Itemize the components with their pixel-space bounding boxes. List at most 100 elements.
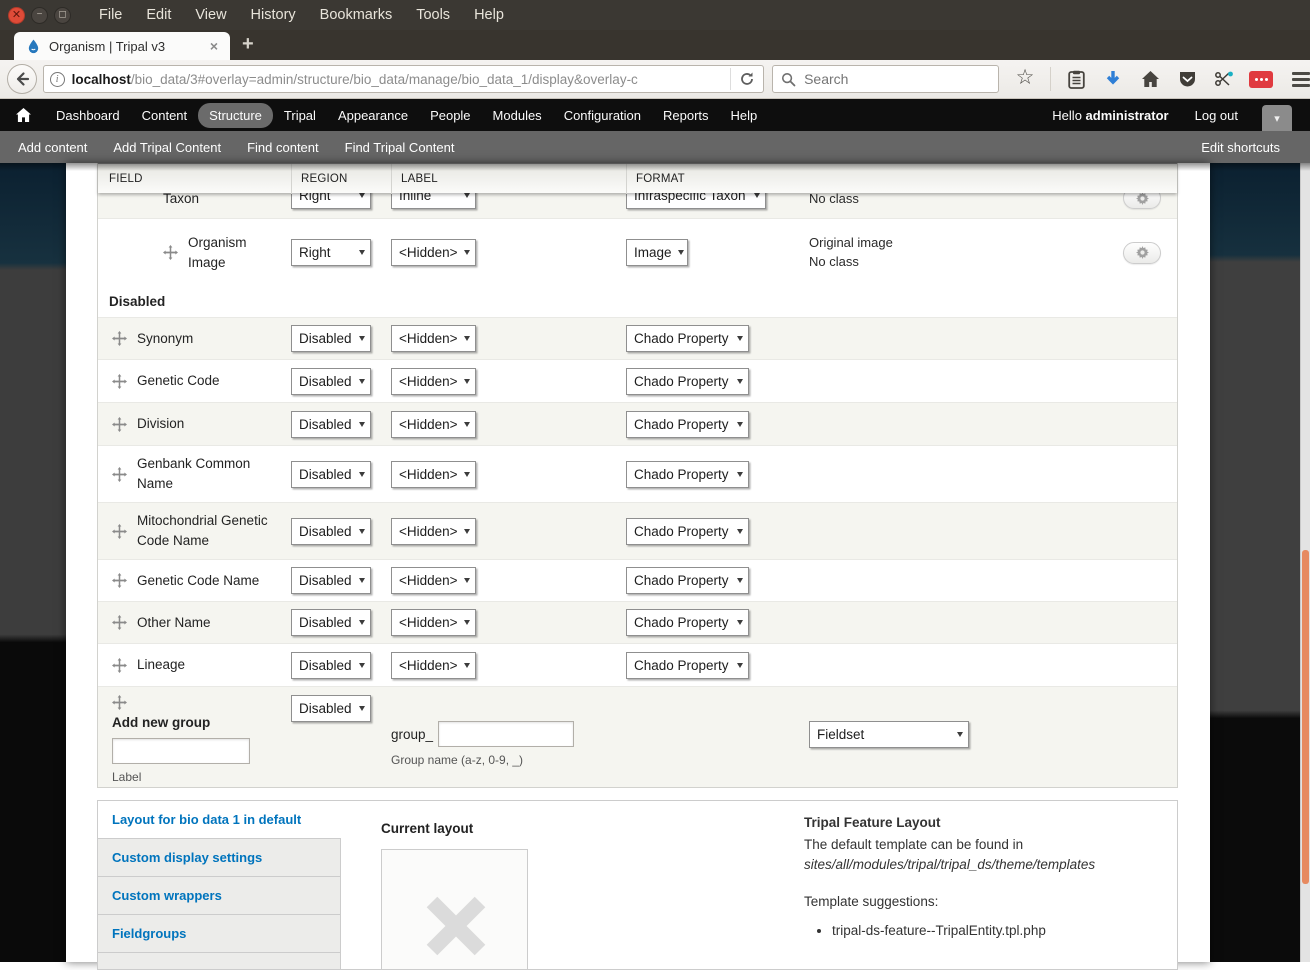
format-select[interactable]: Chado Property [626, 368, 749, 395]
label-select[interactable]: <Hidden> [391, 411, 476, 438]
search-box[interactable] [772, 65, 999, 93]
shortcut-add-tripal-content[interactable]: Add Tripal Content [113, 140, 221, 155]
region-select[interactable]: Disabled [291, 411, 371, 438]
back-button[interactable] [7, 64, 37, 94]
format-select[interactable]: Chado Property [626, 461, 749, 488]
region-select[interactable]: Disabled [291, 652, 371, 679]
drag-handle-icon[interactable] [112, 467, 127, 482]
scrollbar-track[interactable] [1300, 163, 1310, 962]
bookmarks-list-icon[interactable] [1064, 67, 1088, 91]
label-select[interactable]: <Hidden> [391, 325, 476, 352]
shortcut-find-tripal-content[interactable]: Find Tripal Content [345, 140, 455, 155]
region-select[interactable]: Disabled [291, 368, 371, 395]
admin-item-tripal[interactable]: Tripal [273, 103, 327, 128]
format-select[interactable]: Chado Property [626, 518, 749, 545]
tab-custom-wrappers[interactable]: Custom wrappers [98, 877, 340, 915]
admin-item-help[interactable]: Help [720, 103, 769, 128]
format-select[interactable]: Image [626, 239, 688, 266]
admin-item-appearance[interactable]: Appearance [327, 103, 419, 128]
format-select[interactable]: Chado Property [626, 609, 749, 636]
toolbar-toggle-button[interactable]: ▾ [1262, 105, 1292, 131]
drag-handle-icon[interactable] [112, 331, 127, 346]
drag-handle-icon[interactable] [163, 245, 178, 260]
menu-file[interactable]: File [99, 7, 122, 23]
reload-button[interactable] [730, 68, 757, 90]
window-close-button[interactable]: ✕ [8, 7, 25, 24]
url-bar[interactable]: i localhost/bio_data/3#overlay=admin/str… [43, 65, 765, 93]
label-select[interactable]: <Hidden> [391, 518, 476, 545]
admin-home-icon[interactable] [16, 108, 31, 122]
pocket-icon[interactable] [1175, 67, 1199, 91]
region-select[interactable]: Disabled [291, 695, 371, 722]
tab-title: Organism | Tripal v3 [49, 39, 206, 54]
label-select[interactable]: <Hidden> [391, 239, 476, 266]
drag-handle-icon[interactable] [112, 417, 127, 432]
admin-item-people[interactable]: People [419, 103, 481, 128]
tab-close-icon[interactable]: × [206, 38, 222, 54]
shortcut-find-content[interactable]: Find content [247, 140, 319, 155]
tab-fieldgroups[interactable]: Fieldgroups [98, 915, 340, 953]
reload-icon [739, 71, 755, 87]
drag-handle-icon[interactable] [112, 615, 127, 630]
menu-view[interactable]: View [195, 7, 226, 23]
scrollbar-thumb[interactable] [1302, 550, 1309, 884]
format-select[interactable]: Chado Property [626, 411, 749, 438]
menu-edit[interactable]: Edit [146, 7, 171, 23]
menu-hamburger-icon[interactable] [1292, 72, 1310, 87]
group-label-input[interactable] [112, 738, 250, 764]
menu-help[interactable]: Help [474, 7, 504, 23]
label-select[interactable]: <Hidden> [391, 461, 476, 488]
window-minimize-button[interactable]: − [31, 7, 48, 24]
label-select[interactable]: <Hidden> [391, 368, 476, 395]
drag-handle-icon[interactable] [112, 695, 127, 710]
search-input[interactable] [804, 71, 964, 87]
region-select[interactable]: Disabled [291, 567, 371, 594]
label-select[interactable]: <Hidden> [391, 652, 476, 679]
label-select[interactable]: <Hidden> [391, 567, 476, 594]
url-text[interactable]: localhost/bio_data/3#overlay=admin/struc… [72, 72, 731, 87]
group-name-input[interactable] [438, 721, 574, 747]
region-select[interactable]: Disabled [291, 518, 371, 545]
edit-shortcuts-link[interactable]: Edit shortcuts [1201, 140, 1280, 155]
admin-item-reports[interactable]: Reports [652, 103, 720, 128]
drag-handle-icon[interactable] [112, 573, 127, 588]
menu-tools[interactable]: Tools [416, 7, 450, 23]
bookmark-star-icon[interactable]: ☆ [1013, 67, 1037, 91]
region-select[interactable]: Disabled [291, 609, 371, 636]
drag-handle-icon[interactable] [112, 374, 127, 389]
admin-item-dashboard[interactable]: Dashboard [45, 103, 131, 128]
field-name: Genbank Common Name [137, 454, 257, 493]
format-select[interactable]: Chado Property [626, 325, 749, 352]
tab-custom-display-settings[interactable]: Custom display settings [98, 839, 340, 877]
chevron-down-icon [731, 379, 743, 384]
group-format-select[interactable]: Fieldset [809, 721, 969, 748]
region-select[interactable]: Right [291, 239, 371, 266]
admin-item-structure[interactable]: Structure [198, 103, 273, 128]
drag-handle-icon[interactable] [112, 524, 127, 539]
region-select[interactable]: Disabled [291, 461, 371, 488]
browser-tab[interactable]: Organism | Tripal v3 × [14, 32, 230, 60]
menu-bookmarks[interactable]: Bookmarks [320, 7, 393, 23]
format-select[interactable]: Chado Property [626, 652, 749, 679]
admin-item-content[interactable]: Content [131, 103, 199, 128]
format-settings-button[interactable] [1123, 242, 1161, 264]
extension-badge-icon[interactable] [1249, 71, 1273, 88]
admin-item-modules[interactable]: Modules [482, 103, 553, 128]
region-select[interactable]: Disabled [291, 325, 371, 352]
site-info-icon[interactable]: i [50, 72, 65, 87]
shortcut-add-content[interactable]: Add content [18, 140, 87, 155]
format-select[interactable]: Chado Property [626, 567, 749, 594]
tab-layout-default[interactable]: Layout for bio data 1 in default [98, 801, 341, 839]
window-maximize-button[interactable]: ◻ [54, 7, 71, 24]
home-icon[interactable] [1138, 67, 1162, 91]
drag-handle-icon[interactable] [112, 658, 127, 673]
new-tab-button[interactable]: + [242, 33, 254, 56]
admin-item-configuration[interactable]: Configuration [553, 103, 652, 128]
screenshot-tool-icon[interactable] [1212, 67, 1236, 91]
disabled-heading-text: Disabled [98, 294, 1177, 309]
tab-bar: Organism | Tripal v3 × + [0, 30, 1310, 60]
menu-history[interactable]: History [251, 7, 296, 23]
logout-link[interactable]: Log out [1195, 108, 1238, 123]
downloads-icon[interactable] [1101, 67, 1125, 91]
label-select[interactable]: <Hidden> [391, 609, 476, 636]
